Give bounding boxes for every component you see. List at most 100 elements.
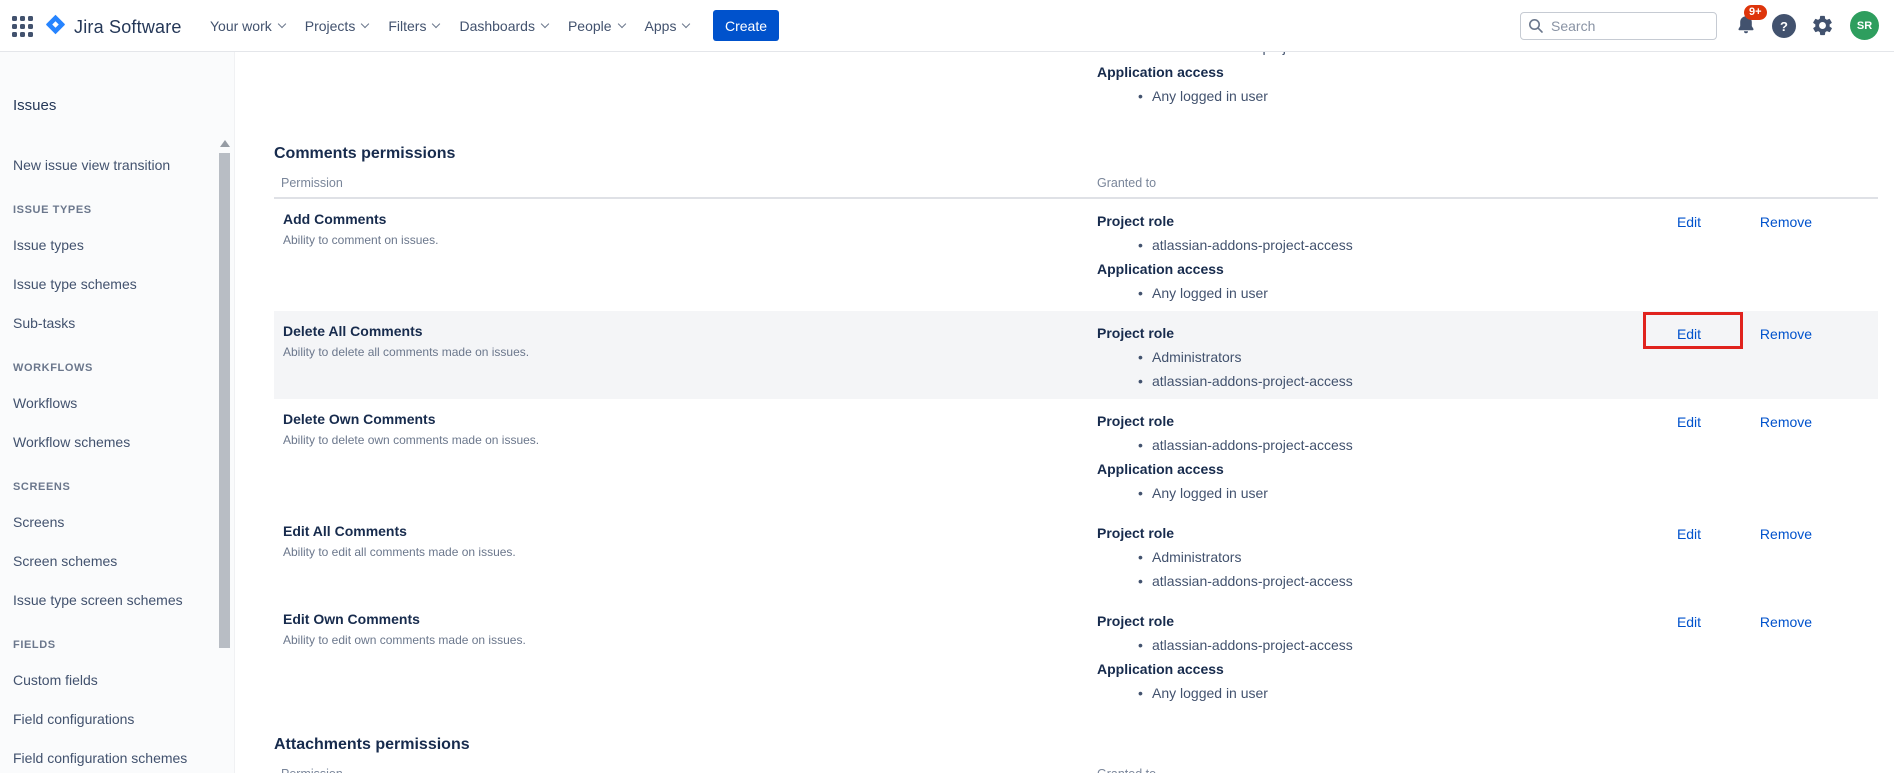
- grant-group-title: Application access: [1097, 457, 1878, 481]
- brand-name: Jira Software: [74, 17, 182, 38]
- jira-admin-page: Jira Software Your work Projects Filters…: [0, 0, 1894, 773]
- permission-name: Add Comments: [283, 209, 983, 229]
- grant-bullet: atlassian-addons-project-access: [1152, 369, 1878, 393]
- global-search: [1520, 12, 1717, 40]
- create-button[interactable]: Create: [713, 10, 779, 41]
- sidebar-item[interactable]: Sub-tasks: [13, 315, 194, 331]
- scrollbar-thumb[interactable]: [219, 153, 230, 648]
- remove-link[interactable]: Remove: [1746, 412, 1826, 432]
- grant-bullet: Any logged in user: [1152, 84, 1268, 108]
- permission-cell: Edit All Comments Ability to edit all co…: [283, 521, 983, 560]
- clipped-previous-row-text: atlassian-addons-project-access: [1152, 52, 1353, 59]
- permission-row: Edit Own Comments Ability to edit own co…: [274, 599, 1878, 711]
- permission-row: Delete All Comments Ability to delete al…: [274, 311, 1878, 399]
- notifications-button[interactable]: 9+: [1734, 13, 1760, 39]
- sidebar-item[interactable]: New issue view transition: [13, 157, 194, 173]
- help-button[interactable]: ?: [1772, 14, 1796, 38]
- edit-link[interactable]: Edit: [1649, 524, 1729, 544]
- sidebar-scrollbar[interactable]: [219, 52, 231, 773]
- permission-name: Edit Own Comments: [283, 609, 983, 629]
- grant-bullet: atlassian-addons-project-access: [1152, 233, 1878, 257]
- remove-link[interactable]: Remove: [1746, 612, 1826, 632]
- bell-icon: [1734, 24, 1758, 41]
- gear-icon: [1811, 24, 1834, 41]
- sidebar-item[interactable]: Screens: [13, 514, 194, 530]
- grant-group-title: Application access: [1097, 657, 1878, 681]
- permission-name: Delete Own Comments: [283, 409, 983, 429]
- grant-bullet: atlassian-addons-project-access: [1152, 633, 1878, 657]
- section-heading-comments: Comments permissions: [274, 144, 1894, 164]
- permission-cell: Add Comments Ability to comment on issue…: [283, 209, 983, 248]
- nav-item-filters[interactable]: Filters: [388, 18, 439, 34]
- edit-link[interactable]: Edit: [1649, 412, 1729, 432]
- permission-description: Ability to edit all comments made on iss…: [283, 544, 983, 560]
- sidebar-item[interactable]: Issue type screen schemes: [13, 592, 194, 608]
- grant-group-title: Application access: [1097, 60, 1268, 84]
- settings-button[interactable]: [1811, 14, 1834, 42]
- table-column-headers: Permission Granted to: [274, 176, 1878, 192]
- chevron-down-icon: [682, 20, 690, 28]
- column-header-granted-to: Granted to: [1097, 176, 1156, 190]
- table-column-headers: Permission Granted to: [274, 767, 1878, 773]
- permission-cell: Edit Own Comments Ability to edit own co…: [283, 609, 983, 648]
- grant-bullet: Any logged in user: [1152, 281, 1878, 305]
- nav-item-projects[interactable]: Projects: [305, 18, 369, 34]
- permission-row: Add Comments Ability to comment on issue…: [274, 199, 1878, 311]
- edit-link[interactable]: Edit: [1649, 212, 1729, 232]
- column-header-granted-to: Granted to: [1097, 767, 1156, 773]
- jira-logo-icon: [44, 13, 67, 41]
- grant-group-title: Application access: [1097, 257, 1878, 281]
- scroll-up-arrow-icon[interactable]: [220, 140, 230, 147]
- chevron-down-icon: [541, 20, 549, 28]
- nav-item-dashboards[interactable]: Dashboards: [459, 18, 548, 34]
- permissions-table-body: Add Comments Ability to comment on issue…: [235, 199, 1894, 711]
- remove-link[interactable]: Remove: [1746, 324, 1826, 344]
- permission-cell: Delete All Comments Ability to delete al…: [283, 321, 983, 360]
- permission-name: Delete All Comments: [283, 321, 983, 341]
- permission-description: Ability to edit own comments made on iss…: [283, 632, 983, 648]
- jira-brand[interactable]: Jira Software: [44, 13, 182, 41]
- remove-link[interactable]: Remove: [1746, 212, 1826, 232]
- sidebar-section-header: ISSUE TYPES: [13, 204, 194, 216]
- permission-row: Edit All Comments Ability to edit all co…: [274, 511, 1878, 599]
- search-input[interactable]: [1520, 12, 1717, 40]
- column-header-permission: Permission: [281, 767, 343, 773]
- grant-bullet: atlassian-addons-project-access: [1152, 433, 1878, 457]
- user-avatar[interactable]: SR: [1850, 11, 1879, 40]
- partial-granted-group: Application access Any logged in user: [1097, 60, 1268, 108]
- permission-description: Ability to delete own comments made on i…: [283, 432, 983, 448]
- sidebar-item[interactable]: Issue type schemes: [13, 276, 194, 292]
- permission-description: Ability to comment on issues.: [283, 232, 983, 248]
- grant-bullet: atlassian-addons-project-access: [1152, 569, 1878, 593]
- sidebar-item[interactable]: Field configurations: [13, 711, 194, 727]
- sidebar-item[interactable]: Workflows: [13, 395, 194, 411]
- nav-item-your-work[interactable]: Your work: [210, 18, 285, 34]
- sidebar-section-header: SCREENS: [13, 481, 194, 493]
- sidebar-item[interactable]: Workflow schemes: [13, 434, 194, 450]
- sidebar-section-header: WORKFLOWS: [13, 362, 194, 374]
- sidebar-item[interactable]: Screen schemes: [13, 553, 194, 569]
- sidebar-item[interactable]: Issue types: [13, 237, 194, 253]
- annotation-highlight-box: [1643, 312, 1743, 349]
- primary-nav-items: Your work Projects Filters Dashboards Pe…: [210, 0, 689, 52]
- chevron-down-icon: [361, 20, 369, 28]
- chevron-down-icon: [432, 20, 440, 28]
- nav-item-apps[interactable]: Apps: [645, 18, 690, 34]
- settings-sidebar: Issues New issue view transitionISSUE TY…: [0, 52, 235, 773]
- permission-description: Ability to delete all comments made on i…: [283, 344, 983, 360]
- sidebar-item[interactable]: Custom fields: [13, 672, 194, 688]
- app-switcher-icon[interactable]: [12, 16, 33, 37]
- nav-item-people[interactable]: People: [568, 18, 625, 34]
- sidebar-nav: New issue view transition ISSUE TYPES Issu…: [13, 157, 194, 766]
- permission-cell: Delete Own Comments Ability to delete ow…: [283, 409, 983, 448]
- column-header-permission: Permission: [281, 176, 343, 190]
- grant-bullet: Any logged in user: [1152, 681, 1878, 705]
- permissions-content: atlassian-addons-project-access Applicat…: [235, 52, 1894, 773]
- sidebar-item[interactable]: Field configuration schemes: [13, 750, 194, 766]
- section-heading-attachments: Attachments permissions: [274, 735, 1894, 755]
- permission-row: Delete Own Comments Ability to delete ow…: [274, 399, 1878, 511]
- remove-link[interactable]: Remove: [1746, 524, 1826, 544]
- chevron-down-icon: [617, 20, 625, 28]
- chevron-down-icon: [278, 20, 286, 28]
- edit-link[interactable]: Edit: [1649, 612, 1729, 632]
